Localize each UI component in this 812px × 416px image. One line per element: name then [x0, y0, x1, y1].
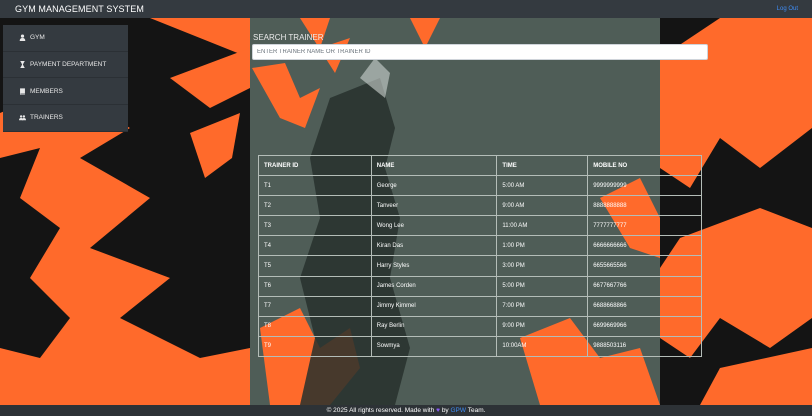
trainer-name-cell: James Corden	[370, 275, 498, 297]
trainer-name-cell: Ray Berlin	[370, 315, 498, 337]
trainer-id-cell: T5	[258, 255, 372, 277]
users-icon	[18, 113, 27, 122]
footer-copyright: © 2025 All rights reserved. Made with	[326, 407, 435, 414]
sidebar: GYM PAYMENT DEPARTMENT MEMBERS TRAINERS	[3, 25, 128, 132]
table-row: T9 Sowmya 10:00AM 9888503116	[258, 335, 702, 357]
trainer-name-cell: Jimmy Kimmel	[370, 295, 498, 317]
table-row: T6 James Corden 5:00 PM 6677667766	[258, 275, 702, 297]
trainer-mobile-cell: 6666666666	[587, 235, 702, 257]
trainer-time-cell: 9:00 PM	[496, 315, 589, 337]
trainer-id-cell: T9	[258, 335, 372, 357]
trainer-id-cell: T2	[258, 195, 372, 217]
trainer-time-cell: 5:00 AM	[496, 175, 589, 197]
footer-by: by	[441, 407, 449, 414]
sidebar-item-label: MEMBERS	[30, 87, 63, 95]
trainer-time-cell: 10:00AM	[496, 335, 589, 357]
footer-team-suffix: Team.	[467, 407, 486, 414]
trainer-time-cell: 5:00 PM	[496, 275, 589, 297]
footer: © 2025 All rights reserved. Made with ♥ …	[0, 405, 812, 416]
trainer-mobile-cell: 9999999999	[587, 175, 702, 197]
table-header-row: TRAINER ID NAME TIME MOBILE NO	[258, 154, 702, 177]
trainer-time-cell: 1:00 PM	[496, 235, 589, 257]
table-row: T3 Wong Lee 11:00 AM 7777777777	[258, 215, 702, 237]
heart-icon: ♥	[436, 407, 440, 414]
trainer-id-cell: T6	[258, 275, 372, 297]
table-row: T7 Jimmy Kimmel 7:00 PM 6688668866	[258, 295, 702, 317]
column-header-time: TIME	[496, 154, 589, 177]
search-trainer-input[interactable]	[252, 44, 708, 60]
sidebar-item-members[interactable]: MEMBERS	[3, 78, 128, 106]
book-icon	[18, 87, 27, 96]
trainer-name-cell: George	[370, 175, 498, 197]
trainer-time-cell: 9:00 AM	[496, 195, 589, 217]
sidebar-item-trainers[interactable]: TRAINERS	[3, 105, 128, 132]
trainer-name-cell: Sowmya	[370, 335, 498, 357]
footer-team-link[interactable]: GPW	[451, 407, 467, 414]
table-row: T8 Ray Berlin 9:00 PM 6699669966	[258, 315, 702, 337]
trainer-mobile-cell: 6655665566	[587, 255, 702, 277]
trainer-id-cell: T3	[258, 215, 372, 237]
trainer-id-cell: T1	[258, 175, 372, 197]
logout-link[interactable]: Log Out	[777, 6, 798, 12]
trainer-mobile-cell: 6688668866	[587, 295, 702, 317]
trainer-mobile-cell: 6677667766	[587, 275, 702, 297]
user-icon	[18, 33, 27, 42]
trainer-name-cell: Kiran Das	[370, 235, 498, 257]
trainer-name-cell: Harry Styles	[370, 255, 498, 277]
trainer-mobile-cell: 9888503116	[587, 335, 702, 357]
trainer-id-cell: T4	[258, 235, 372, 257]
trainers-table: TRAINER ID NAME TIME MOBILE NO T1 George…	[258, 154, 702, 357]
trainer-id-cell: T7	[258, 295, 372, 317]
trainer-mobile-cell: 8888888888	[587, 195, 702, 217]
sidebar-item-gym[interactable]: GYM	[3, 25, 128, 52]
column-header-trainer-id: TRAINER ID	[258, 154, 372, 177]
table-row: T5 Harry Styles 3:00 PM 6655665566	[258, 255, 702, 277]
trainer-time-cell: 7:00 PM	[496, 295, 589, 317]
app-title: GYM MANAGEMENT SYSTEM	[15, 4, 144, 14]
table-row: T2 Tanveer 9:00 AM 8888888888	[258, 195, 702, 217]
search-trainer-label: SEARCH TRAINER	[253, 33, 324, 42]
hourglass-icon	[18, 60, 27, 69]
sidebar-item-label: GYM	[30, 34, 45, 42]
table-row: T4 Kiran Das 1:00 PM 6666666666	[258, 235, 702, 257]
sidebar-item-label: PAYMENT DEPARTMENT	[30, 61, 107, 69]
trainer-id-cell: T8	[258, 315, 372, 337]
column-header-mobile-no: MOBILE NO	[587, 154, 702, 177]
trainer-name-cell: Wong Lee	[370, 215, 498, 237]
trainer-mobile-cell: 7777777777	[587, 215, 702, 237]
table-row: T1 George 5:00 AM 9999999999	[258, 175, 702, 197]
column-header-name: NAME	[370, 154, 498, 177]
sidebar-item-payment-department[interactable]: PAYMENT DEPARTMENT	[3, 52, 128, 79]
trainer-time-cell: 3:00 PM	[496, 255, 589, 277]
trainer-time-cell: 11:00 AM	[496, 215, 589, 237]
sidebar-item-label: TRAINERS	[30, 114, 63, 122]
trainer-name-cell: Tanveer	[370, 195, 498, 217]
trainer-mobile-cell: 6699669966	[587, 315, 702, 337]
top-navbar: GYM MANAGEMENT SYSTEM Log Out	[0, 0, 812, 18]
